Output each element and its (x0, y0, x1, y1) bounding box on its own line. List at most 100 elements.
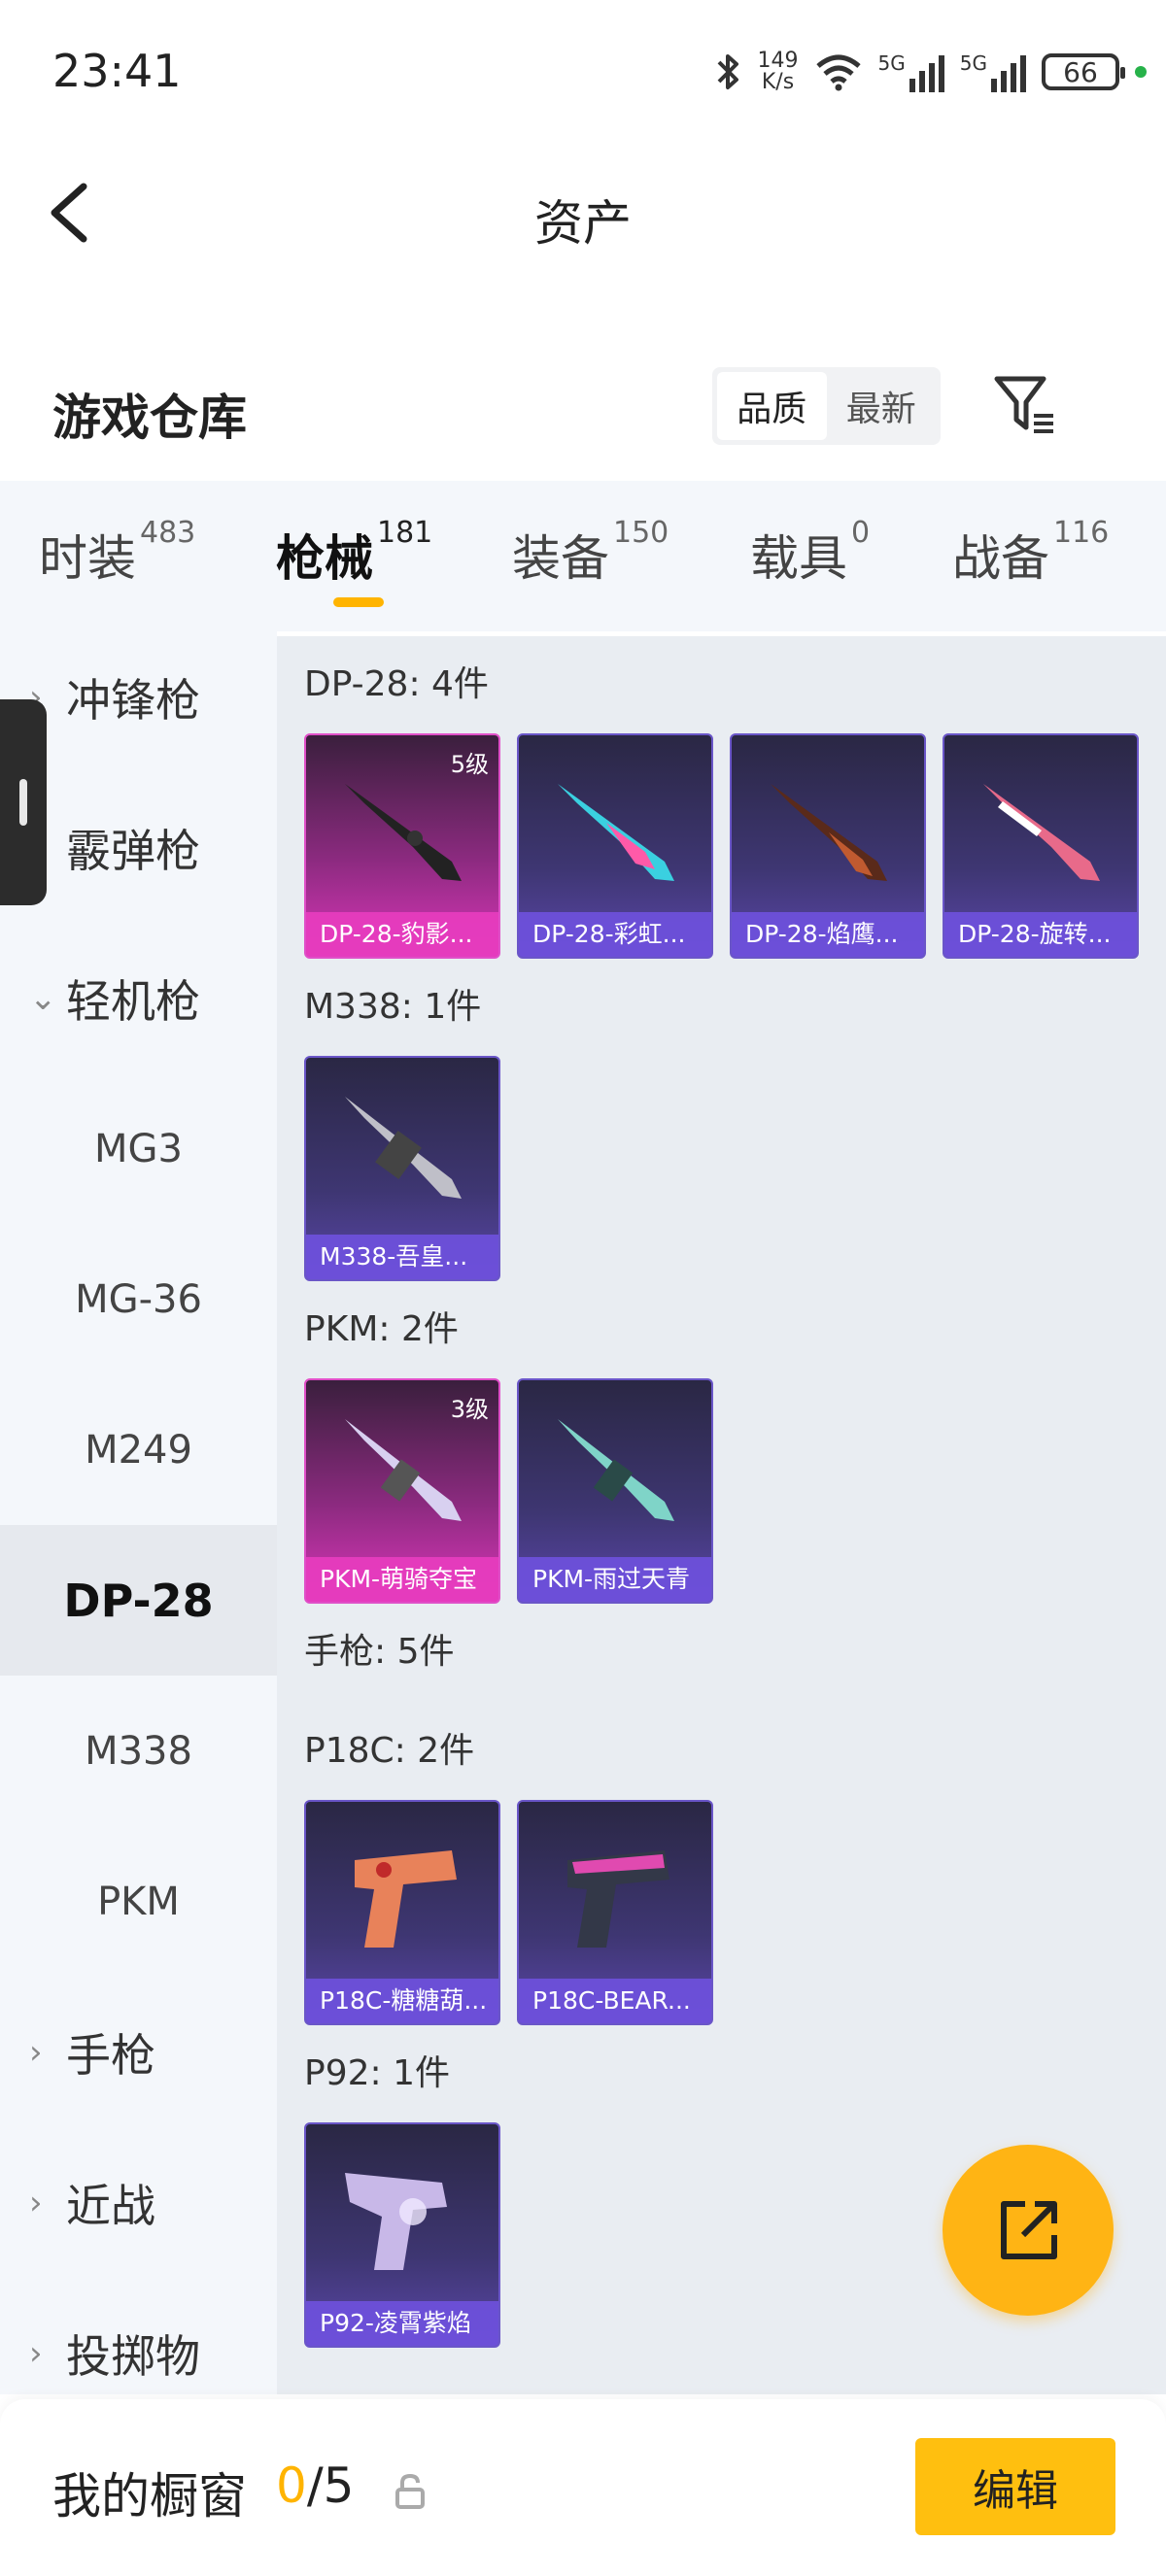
item-card[interactable]: DP-28-旋转... (943, 733, 1139, 959)
item-level: 5级 (450, 751, 489, 778)
sidebar-item-pkm[interactable]: PKM (0, 1826, 277, 1977)
sidebar-item-label: MG-36 (75, 1276, 202, 1322)
showcase-separator: / (306, 2457, 324, 2514)
signal-type: 5G (877, 51, 906, 75)
item-card[interactable]: P18C-糖糖葫... (304, 1800, 500, 2025)
item-name: P18C-BEAR... (519, 1979, 711, 2023)
tab-count: 181 (377, 516, 433, 550)
pistol-icon (355, 1850, 457, 1948)
net-speed-unit: K/s (761, 70, 795, 94)
item-card[interactable]: 3级 PKM-萌骑夺宝 (304, 1378, 500, 1604)
item-name: DP-28-焰鹰... (732, 912, 924, 957)
sidebar-item-label: 手枪 (66, 2028, 155, 2082)
item-card[interactable]: PKM-雨过天青 (517, 1378, 713, 1604)
item-name: P18C-糖糖葫... (306, 1979, 498, 2023)
sidebar-item-m338[interactable]: M338 (0, 1676, 277, 1826)
item-card[interactable]: DP-28-彩虹... (517, 733, 713, 959)
warehouse-title: 游戏仓库 (52, 390, 247, 446)
pistol-icon (567, 1850, 669, 1948)
tab-fashion[interactable]: 时装 483 (39, 516, 195, 590)
rifle-icon (345, 1097, 462, 1199)
status-icons: 149 K/s 5G 5G 66 (713, 43, 1147, 101)
warehouse-header: 游戏仓库 品质 最新 (0, 359, 1166, 457)
showcase-current: 0 (276, 2457, 307, 2514)
rifle-icon (558, 1419, 674, 1521)
item-card[interactable]: P92-凌霄紫焰 (304, 2122, 500, 2348)
item-grid: DP-28: 4件 5级 DP-28-豹影... DP-28-彩虹... DP-… (277, 636, 1166, 2394)
rifle-icon (558, 784, 674, 881)
pistol-icon (345, 2173, 447, 2270)
drawer-handle[interactable] (0, 699, 47, 905)
tab-label: 战备 (952, 530, 1049, 587)
sidebar-item-mg36[interactable]: MG-36 (0, 1224, 277, 1374)
sidebar-item-pistol[interactable]: › 手枪 (0, 1977, 277, 2127)
item-card[interactable]: DP-28-焰鹰... (730, 733, 926, 959)
tab-label: 枪械 (276, 530, 373, 587)
group-label-p92: P92: 1件 (304, 2053, 450, 2093)
category-tabs: 时装 483 枪械 181 装备 150 载具 0 战备 116 (0, 481, 1166, 631)
status-time: 23:41 (52, 45, 182, 97)
tab-label: 时装 (39, 530, 136, 587)
chevron-right-icon: › (29, 2333, 43, 2373)
showcase-count: 0/5 (276, 2457, 354, 2514)
tab-count: 0 (851, 516, 871, 550)
rifle-icon (771, 784, 887, 881)
tab-vehicles[interactable]: 载具 0 (750, 516, 870, 590)
chevron-right-icon: › (29, 2183, 43, 2222)
showcase-label: 我的橱窗 (52, 2468, 247, 2525)
wifi-icon (815, 54, 861, 91)
status-bar: 23:41 149 K/s 5G 5G 66 (0, 0, 1166, 136)
item-name: M338-吾皇... (306, 1235, 498, 1279)
filter-icon[interactable] (991, 371, 1059, 439)
sidebar-item-label: MG3 (94, 1126, 183, 1171)
tab-label: 载具 (750, 530, 847, 587)
sort-toggle: 品质 最新 (712, 367, 941, 445)
sidebar-item-label: 冲锋枪 (66, 673, 200, 727)
chevron-down-icon: ⌄ (29, 978, 57, 1018)
item-name: PKM-萌骑夺宝 (306, 1557, 498, 1602)
battery-level: 66 (1063, 55, 1098, 88)
sidebar-item-label: M249 (85, 1427, 192, 1473)
item-name: PKM-雨过天青 (519, 1557, 711, 1602)
sidebar-item-label: 轻机枪 (66, 974, 200, 1028)
showcase-max: 5 (323, 2457, 355, 2514)
tab-equipment[interactable]: 装备 150 (512, 516, 669, 590)
sidebar-item-dp28[interactable]: DP-28 (0, 1525, 277, 1676)
sidebar-item-mg3[interactable]: MG3 (0, 1073, 277, 1224)
sidebar-item-lmg[interactable]: ⌄ 轻机枪 (0, 923, 277, 1073)
battery-icon: 66 (1042, 53, 1125, 90)
tab-firearms[interactable]: 枪械 181 (276, 516, 432, 590)
lock-icon (395, 2473, 425, 2509)
sidebar-item-label: PKM (97, 1879, 180, 1924)
sidebar-item-label: M338 (85, 1728, 192, 1774)
item-name: DP-28-彩虹... (519, 912, 711, 957)
group-label-pistol: 手枪: 5件 (304, 1632, 455, 1672)
sort-latest[interactable]: 最新 (827, 372, 937, 440)
chevron-right-icon: › (29, 2032, 43, 2072)
bottom-bar: 我的橱窗 0/5 编辑 (0, 2399, 1166, 2576)
signal-icon-2: 5G (960, 51, 1026, 92)
item-name: DP-28-豹影... (306, 912, 498, 957)
tab-count: 483 (140, 516, 196, 550)
group-label-p18c: P18C: 2件 (304, 1731, 475, 1771)
share-button[interactable] (943, 2145, 1114, 2316)
tab-combat-gear[interactable]: 战备 116 (952, 516, 1109, 590)
sort-quality[interactable]: 品质 (717, 372, 827, 440)
edit-button[interactable]: 编辑 (915, 2438, 1115, 2535)
net-speed: 149 K/s (758, 51, 799, 93)
external-link-icon (1001, 2201, 1057, 2259)
group-label-pkm: PKM: 2件 (304, 1309, 459, 1349)
item-card[interactable]: 5级 DP-28-豹影... (304, 733, 500, 959)
signal-type-2: 5G (959, 51, 987, 75)
group-label-dp28: DP-28: 4件 (304, 664, 489, 704)
sidebar-item-m249[interactable]: M249 (0, 1374, 277, 1525)
item-card[interactable]: P18C-BEAR... (517, 1800, 713, 2025)
sidebar-item-melee[interactable]: › 近战 (0, 2127, 277, 2278)
net-speed-value: 149 (757, 49, 799, 73)
status-dot (1135, 66, 1147, 78)
bluetooth-icon (717, 54, 738, 89)
active-tab-indicator (333, 597, 384, 607)
group-label-m338: M338: 1件 (304, 987, 482, 1027)
item-card[interactable]: M338-吾皇... (304, 1056, 500, 1281)
item-name: P92-凌霄紫焰 (306, 2301, 498, 2346)
